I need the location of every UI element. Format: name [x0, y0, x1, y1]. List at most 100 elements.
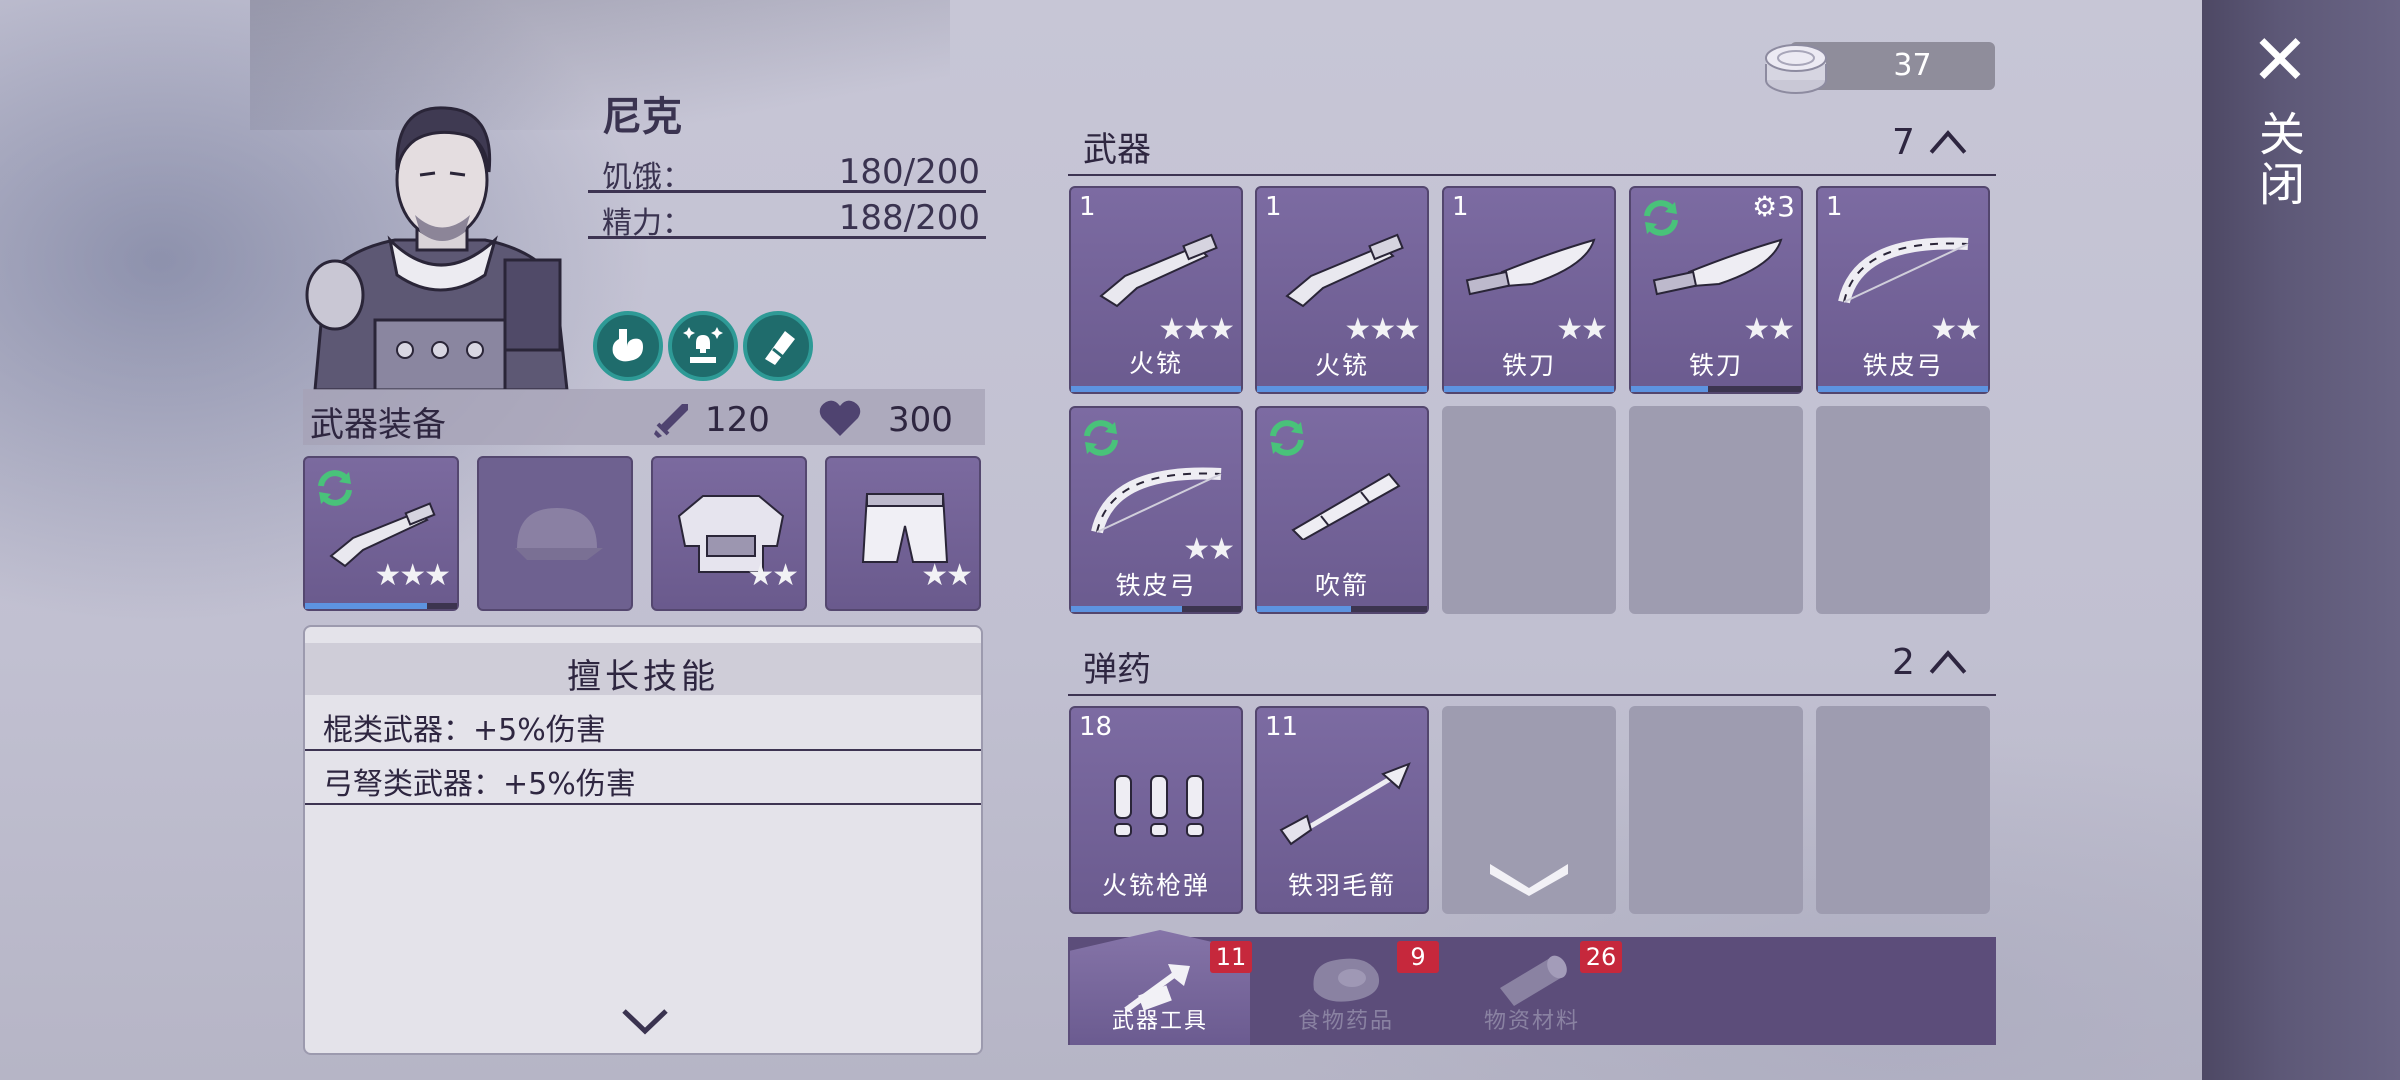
cap-icon [515, 508, 603, 560]
item-quantity: 18 [1079, 712, 1113, 742]
equip-slot-head[interactable] [477, 456, 633, 611]
tab-label: 物资材料 [1483, 1009, 1580, 1034]
stomach-icon [612, 329, 643, 362]
item-quantity: 1 [1452, 192, 1469, 222]
item-stars: ★★ [1743, 312, 1795, 347]
weapon-item[interactable]: 吹箭 [1255, 406, 1429, 614]
cycle-icon [1084, 420, 1118, 456]
item-quantity-gear: ⚙3 [1752, 190, 1795, 223]
durability-bar [305, 603, 457, 609]
gear-icon: ⚙ [1752, 190, 1778, 223]
tab-badge: 9 [1397, 941, 1439, 973]
skill-row: 棍类武器：+5%伤害 [305, 697, 981, 751]
tab-badge: 11 [1210, 941, 1252, 973]
hunger-label: 饥饿： [602, 160, 692, 195]
weapon-item[interactable]: 1 ★★★ 火铳 [1255, 186, 1429, 394]
item-name: 火铳枪弹 [1101, 871, 1210, 900]
meat-icon [1313, 958, 1380, 1002]
weapons-count: 7 [1892, 122, 1915, 163]
item-stars: ★★★ [1158, 312, 1235, 347]
blowpipe-icon [1291, 472, 1401, 540]
bullets-icon [1114, 775, 1204, 837]
item-name: 铁羽毛箭 [1287, 871, 1396, 900]
energy-value: 188/200 [838, 198, 980, 238]
sword-icon [654, 404, 688, 438]
empty-slot[interactable] [1442, 406, 1616, 614]
character-name: 尼克 [602, 94, 682, 140]
cycle-icon [1270, 420, 1304, 456]
skills-panel: 擅长技能 棍类武器：+5%伤害 弓弩类武器：+5%伤害 [303, 625, 983, 1055]
empty-slot[interactable] [1442, 706, 1616, 914]
sparkle-skull-icon [683, 327, 723, 363]
ammo-count: 2 [1892, 642, 1915, 683]
weapons-title: 武器 [1083, 130, 1151, 170]
slot-stars: ★★ [921, 558, 973, 593]
status-bandage[interactable] [743, 311, 813, 381]
hunger-stat: 饥饿： 180/200 [588, 148, 986, 195]
item-name: 火铳 [1314, 351, 1369, 380]
durability-bar [1818, 386, 1988, 392]
musket-icon [1285, 233, 1404, 308]
empty-slot[interactable] [1629, 406, 1803, 614]
character-portrait [305, 106, 569, 390]
skill-text: 棍类武器：+5%伤害 [323, 713, 606, 748]
durability-bar [1257, 606, 1427, 612]
empty-slot[interactable] [1629, 706, 1803, 914]
slot-stars: ★★★ [374, 558, 451, 593]
equip-slot-weapon[interactable]: ★★★ [303, 456, 459, 611]
item-name: 火铳 [1128, 349, 1183, 378]
skills-title: 擅长技能 [567, 657, 719, 697]
weapon-item[interactable]: ⚙3 ★★ 铁刀 [1629, 186, 1803, 394]
skill-text: 弓弩类武器：+5%伤害 [323, 767, 636, 802]
equip-slot-body[interactable]: ★★ [651, 456, 807, 611]
chevron-up-icon[interactable] [1928, 128, 1968, 156]
item-name: 铁刀 [1688, 351, 1743, 380]
item-quantity: 3 [1777, 190, 1795, 223]
cycle-icon [1644, 200, 1678, 236]
durability-bar [1631, 386, 1801, 392]
close-icon[interactable]: ✕ [2250, 25, 2310, 95]
heart-icon [819, 400, 861, 436]
item-stars: ★★ [1556, 312, 1608, 347]
weapons-divider [1068, 174, 1996, 176]
durability-bar [1071, 606, 1241, 612]
coin-stack-icon [1765, 44, 1827, 94]
chevron-down-icon[interactable] [620, 1007, 670, 1037]
weapon-item[interactable]: ★★ 铁皮弓 [1069, 406, 1243, 614]
empty-slot[interactable] [1816, 706, 1990, 914]
item-name: 铁皮弓 [1862, 351, 1944, 380]
slot-stars: ★★ [747, 558, 799, 593]
item-quantity: 11 [1265, 712, 1299, 742]
chevron-down-icon[interactable] [1486, 856, 1572, 896]
health-value: 300 [888, 400, 953, 440]
equipment-title: 武器装备 [310, 405, 446, 445]
knife-icon [1465, 238, 1596, 296]
status-sparkle-skull[interactable] [668, 311, 738, 381]
chevron-up-icon[interactable] [1928, 648, 1968, 676]
tab-badge: 26 [1580, 941, 1622, 973]
durability-bar [1444, 386, 1614, 392]
equip-slot-legs[interactable]: ★★ [825, 456, 981, 611]
item-stars: ★★★ [1344, 312, 1421, 347]
close-label[interactable]: 关闭 [2252, 110, 2308, 210]
weapon-item[interactable]: 1 ★★ 铁刀 [1442, 186, 1616, 394]
weapon-item[interactable]: 1 ★★★ 火铳 [1069, 186, 1243, 394]
item-quantity: 1 [1079, 192, 1096, 222]
energy-stat: 精力： 188/200 [588, 194, 986, 241]
item-stars: ★★ [1930, 312, 1982, 347]
item-name: 吹箭 [1314, 571, 1369, 600]
musket-icon [1099, 233, 1218, 308]
weapon-item[interactable]: 1 ★★ 铁皮弓 [1816, 186, 1990, 394]
skill-row: 弓弩类武器：+5%伤害 [305, 751, 981, 805]
durability-bar [1257, 386, 1427, 392]
energy-label: 精力： [602, 206, 692, 241]
item-stars: ★★ [1183, 532, 1235, 567]
ammo-item[interactable]: 18 火铳枪弹 [1069, 706, 1243, 914]
status-stomach[interactable] [593, 311, 663, 381]
ammo-divider [1068, 694, 1996, 696]
ammo-item[interactable]: 11 铁羽毛箭 [1255, 706, 1429, 914]
knife-icon [1652, 238, 1783, 296]
empty-slot[interactable] [1816, 406, 1990, 614]
item-quantity: 1 [1826, 192, 1843, 222]
item-quantity: 1 [1265, 192, 1282, 222]
